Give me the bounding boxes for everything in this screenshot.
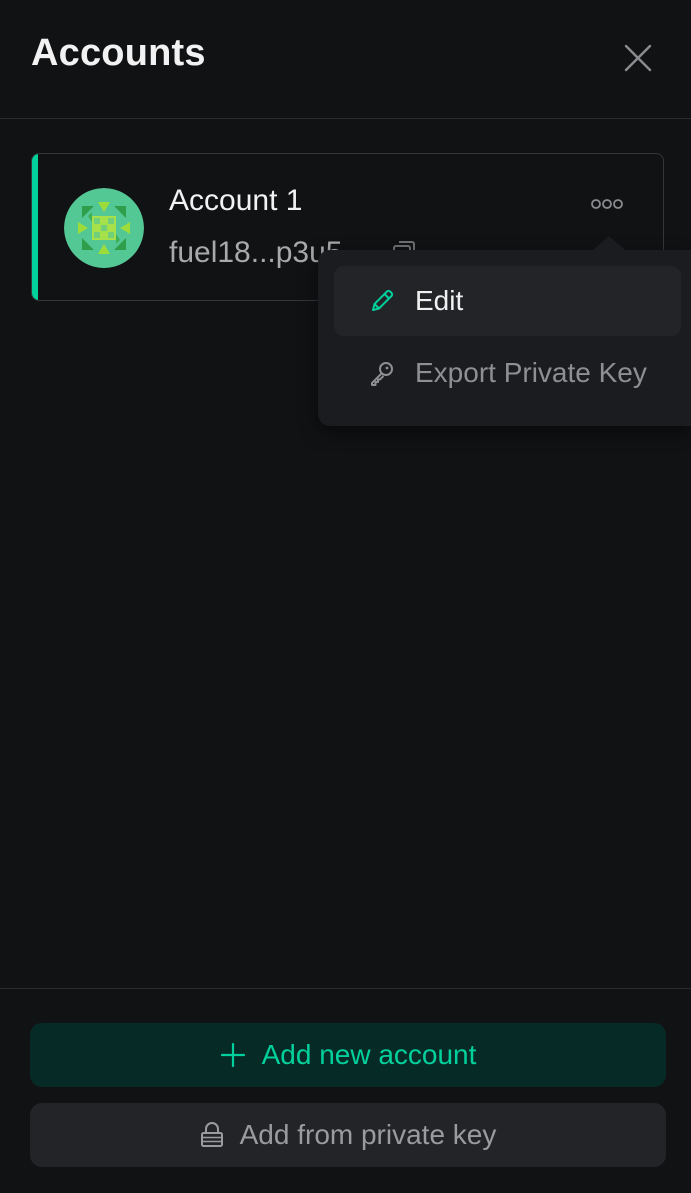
account-options-menu: Edit Export Private Key (318, 236, 691, 426)
lock-icon (200, 1122, 223, 1147)
selected-indicator (32, 154, 38, 300)
plus-icon (220, 1042, 245, 1068)
identicon-avatar-icon (64, 188, 144, 268)
account-address: fuel18...p3u5 (169, 236, 343, 269)
avatar (64, 188, 144, 268)
menu-item-edit[interactable]: Edit (334, 266, 681, 336)
menu-item-export-private-key[interactable]: Export Private Key (334, 338, 681, 408)
accounts-page: Accounts Account 1 fuel18...p3u5 Edit Ex… (0, 0, 691, 1193)
key-icon (371, 362, 393, 386)
add-new-account-button[interactable]: Add new account (30, 1023, 666, 1087)
more-options-button[interactable] (587, 192, 627, 216)
header: Accounts (0, 0, 691, 119)
close-icon (624, 44, 652, 72)
more-horizontal-icon (591, 199, 623, 209)
account-name: Account 1 (169, 184, 303, 217)
add-new-account-label: Add new account (261, 1039, 477, 1070)
menu-arrow (593, 236, 625, 250)
page-title: Accounts (31, 32, 206, 74)
add-from-private-key-button[interactable]: Add from private key (30, 1103, 666, 1167)
menu-item-edit-label: Edit (415, 285, 464, 316)
menu-item-export-label: Export Private Key (415, 357, 647, 388)
close-button[interactable] (620, 40, 656, 76)
add-from-private-key-label: Add from private key (239, 1119, 497, 1150)
pencil-icon (372, 289, 394, 311)
footer: Add new account Add from private key (0, 988, 691, 1193)
